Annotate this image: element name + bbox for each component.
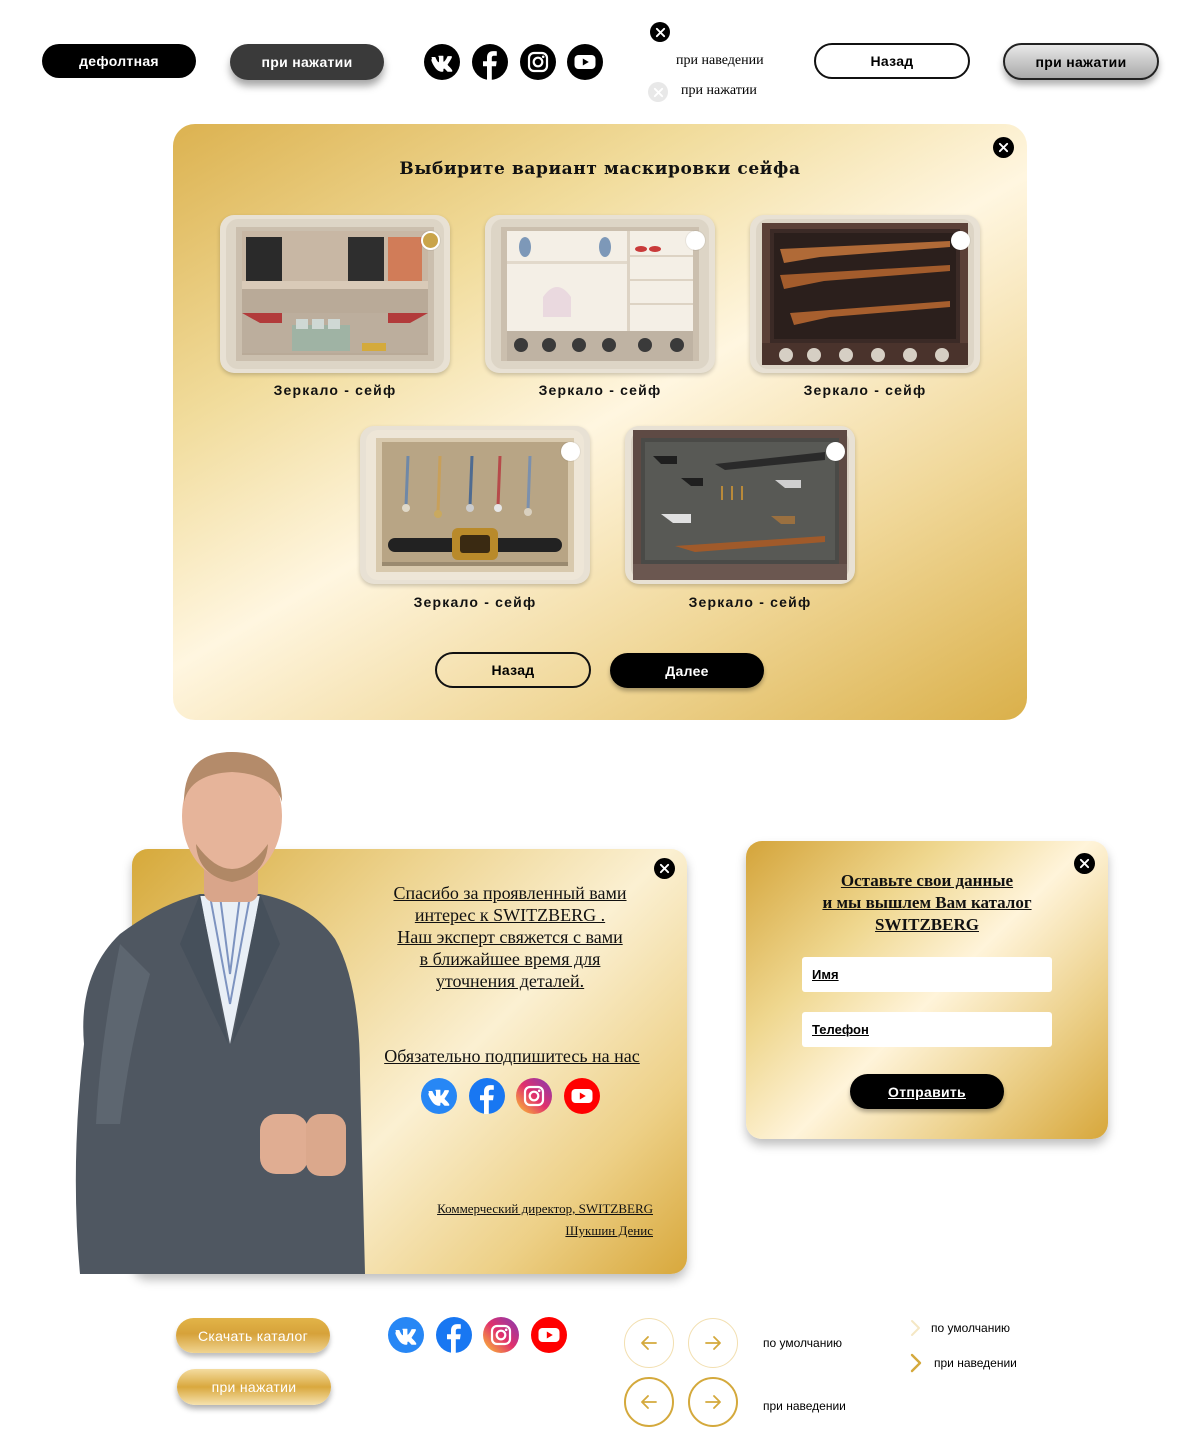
- close-pressed-icon[interactable]: [648, 82, 668, 102]
- arrows-hover-label: при наведении: [763, 1399, 846, 1413]
- chevron-hover-label: при наведении: [934, 1356, 1017, 1370]
- close-hover-label: при наведении: [676, 53, 764, 68]
- safe-shelf-image: [631, 430, 849, 580]
- safe-shelf-image: [366, 430, 584, 580]
- close-icon[interactable]: [654, 858, 675, 879]
- thanks-line: в ближайшее время для: [419, 949, 601, 969]
- thanks-line: Спасибо за проявленный вами: [393, 883, 627, 903]
- back-button[interactable]: Назад: [435, 652, 591, 688]
- arrows-default-label: по умолчанию: [763, 1336, 843, 1350]
- option-radio[interactable]: [421, 231, 440, 250]
- next-button-label: Далее: [665, 662, 709, 679]
- youtube-icon[interactable]: [567, 44, 603, 80]
- option-radio[interactable]: [826, 442, 845, 461]
- subscribe-text: Обязательно подпишитесь на нас: [384, 1046, 640, 1066]
- arrow-right-icon: [705, 1336, 721, 1350]
- safe-shelf-image: [756, 219, 974, 369]
- arrow-left-icon: [641, 1336, 657, 1350]
- form-heading: Оставьте свои данные и мы вышлем Вам кат…: [746, 870, 1108, 936]
- close-icon[interactable]: [993, 137, 1014, 158]
- option-caption-4: Зеркало - сейф: [413, 594, 537, 610]
- safe-shelf-image: [226, 219, 444, 369]
- signature-name: Шукшин Денис: [565, 1223, 653, 1238]
- submit-button[interactable]: Отправить: [850, 1074, 1004, 1109]
- submit-button-label: Отправить: [888, 1083, 966, 1100]
- modal-title: Выбирите вариант маскировки сейфа: [399, 159, 801, 179]
- option-card-3[interactable]: [750, 215, 980, 373]
- back-pressed-label: при нажатии: [1035, 53, 1127, 70]
- download-catalog-label: Скачать каталог: [197, 1327, 309, 1344]
- facebook-icon[interactable]: [436, 1317, 472, 1353]
- instagram-icon[interactable]: [483, 1317, 519, 1353]
- next-arrow-button[interactable]: [688, 1318, 738, 1368]
- option-caption-3: Зеркало - сейф: [803, 382, 927, 398]
- arrow-left-icon: [641, 1395, 657, 1409]
- vk-icon[interactable]: [424, 44, 460, 80]
- download-catalog-button[interactable]: Скачать каталог: [176, 1318, 330, 1353]
- option-radio[interactable]: [686, 231, 705, 250]
- signature-title: Коммерческий директор, SWITZBERG: [437, 1201, 653, 1216]
- option-card-5[interactable]: [625, 426, 855, 584]
- option-radio[interactable]: [951, 231, 970, 250]
- arrow-right-icon: [705, 1395, 721, 1409]
- option-card-1[interactable]: [220, 215, 450, 373]
- back-button-label: Назад: [491, 662, 535, 678]
- director-portrait: [75, 752, 365, 1274]
- vk-icon[interactable]: [388, 1317, 424, 1353]
- camouflage-modal: Выбирите вариант маскировки сейфа Зеркал…: [173, 124, 1027, 720]
- back-button-label: Назад: [870, 53, 914, 69]
- option-caption-2: Зеркало - сейф: [538, 382, 662, 398]
- facebook-icon[interactable]: [472, 44, 508, 80]
- download-pressed-label: при нажатии: [211, 1379, 297, 1395]
- chevron-right-hover-icon[interactable]: [910, 1353, 922, 1373]
- instagram-icon[interactable]: [516, 1078, 552, 1114]
- form-heading-line: и мы вышлем Вам каталог: [822, 893, 1032, 912]
- default-button-label: дефолтная: [79, 53, 159, 69]
- option-card-4[interactable]: [360, 426, 590, 584]
- safe-shelf-image: [491, 219, 709, 369]
- close-icon[interactable]: [650, 22, 670, 42]
- next-button[interactable]: Далее: [610, 653, 764, 688]
- form-heading-line: Оставьте свои данные: [840, 871, 1014, 890]
- option-caption-5: Зеркало - сейф: [688, 594, 812, 610]
- phone-input[interactable]: [802, 1012, 1052, 1047]
- prev-arrow-button[interactable]: [624, 1318, 674, 1368]
- name-input[interactable]: [802, 957, 1052, 992]
- thanks-line: уточнения деталей.: [435, 971, 585, 991]
- youtube-icon[interactable]: [531, 1317, 567, 1353]
- instagram-icon[interactable]: [520, 44, 556, 80]
- option-radio[interactable]: [561, 442, 580, 461]
- pressed-state-label: при нажатии: [261, 54, 353, 70]
- option-card-2[interactable]: [485, 215, 715, 373]
- thanks-line: Наш эксперт свяжется с вами: [397, 927, 623, 947]
- facebook-icon[interactable]: [469, 1078, 505, 1114]
- vk-icon[interactable]: [421, 1078, 457, 1114]
- thanks-line: интерес к SWITZBERG .: [414, 905, 606, 925]
- option-caption-1: Зеркало - сейф: [273, 382, 397, 398]
- prev-arrow-button-hover[interactable]: [624, 1377, 674, 1427]
- chevron-default-label: по умолчанию: [931, 1321, 1011, 1335]
- thanks-message: Спасибо за проявленный вами интерес к SW…: [362, 882, 658, 992]
- youtube-icon[interactable]: [564, 1078, 600, 1114]
- next-arrow-button-hover[interactable]: [688, 1377, 738, 1427]
- back-button[interactable]: Назад: [814, 43, 970, 79]
- download-pressed-button[interactable]: при нажатии: [177, 1369, 331, 1405]
- close-pressed-label: при нажатии: [681, 83, 757, 98]
- pressed-state-button[interactable]: при нажатии: [230, 44, 384, 80]
- default-button[interactable]: дефолтная: [42, 44, 196, 78]
- catalog-form-modal: Оставьте свои данные и мы вышлем Вам кат…: [746, 841, 1108, 1139]
- back-pressed-button[interactable]: при нажатии: [1003, 43, 1159, 80]
- chevron-right-icon[interactable]: [910, 1319, 922, 1337]
- form-heading-line: SWITZBERG: [875, 915, 979, 934]
